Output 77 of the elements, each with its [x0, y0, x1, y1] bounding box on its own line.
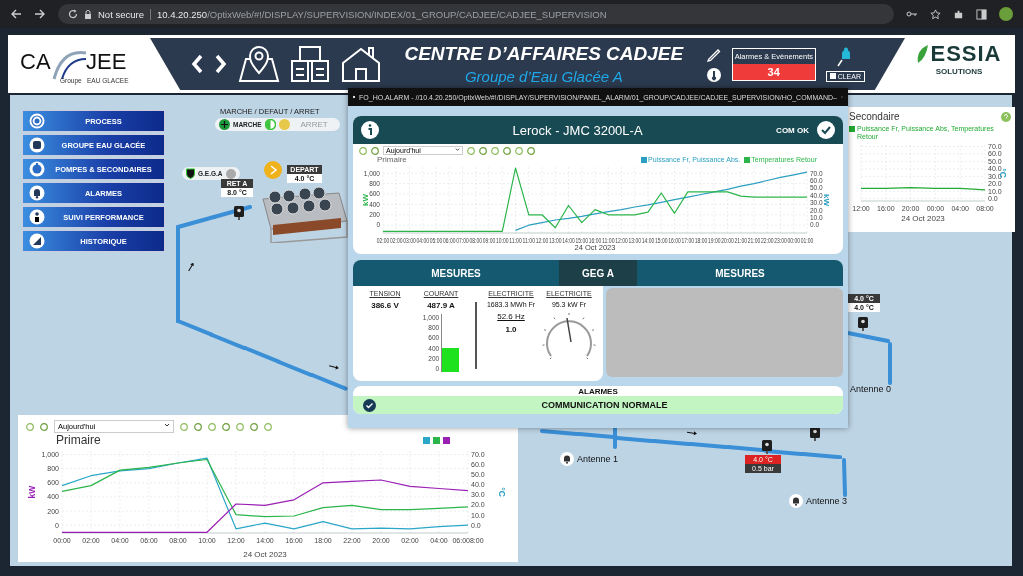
star-icon[interactable]	[930, 8, 941, 20]
arrow-icon	[686, 429, 698, 437]
axis-title: 24 Oct 2023	[901, 214, 945, 223]
sensor-icon	[810, 427, 820, 441]
thermometer-icon[interactable]	[706, 68, 721, 82]
chart-title: Primaire	[56, 433, 101, 447]
person-icon	[29, 209, 45, 225]
gauge-drawing	[541, 312, 597, 362]
network-icon	[29, 113, 45, 129]
antenna-label: Antenne 3	[806, 496, 848, 506]
caret-icon	[164, 422, 170, 428]
chart-title: Primaire	[377, 155, 407, 164]
sensor-icon	[234, 206, 244, 220]
status-text: COM OK	[776, 125, 809, 135]
shield-icon	[186, 168, 195, 179]
sensor-icon	[762, 440, 772, 454]
plus-icon	[219, 119, 230, 130]
info-icon[interactable]	[361, 121, 379, 139]
logo-text: CA	[20, 49, 51, 75]
brand-tagline: SOLUTIONS	[935, 67, 983, 76]
device-title: Lerock - JMC 3200L-A	[511, 122, 644, 138]
axis-title: kW	[361, 194, 370, 206]
check-icon	[363, 398, 376, 412]
pipe-drawing	[243, 346, 281, 364]
reload-icon[interactable]	[68, 9, 78, 19]
axis-title: 24 Oct 2023	[243, 550, 287, 559]
axis-title: kW	[822, 194, 831, 206]
back-button[interactable]	[190, 53, 204, 75]
map-pin-icon[interactable]	[238, 45, 280, 83]
frequency-value: 52.6 Hz	[497, 312, 525, 321]
play-icon	[264, 161, 282, 179]
machine-icon	[29, 137, 45, 153]
tab[interactable]: MESURES	[353, 260, 559, 286]
tab[interactable]: MESURES	[637, 260, 843, 286]
pipe-drawing	[212, 205, 252, 219]
clear-icon	[829, 73, 836, 79]
chart-title: Secondaire	[849, 111, 900, 122]
site-title: CENTRE D’AFFAIRES CADJEE	[404, 43, 684, 65]
sidebar-icon[interactable]	[976, 8, 987, 20]
leaf-icon	[916, 44, 929, 64]
section-title: ALARMES	[577, 386, 619, 396]
site-subtitle: Groupe d’Eau Glacée A	[464, 68, 623, 85]
buildings-icon[interactable]	[290, 45, 330, 83]
forward-icon[interactable]	[34, 8, 46, 20]
url-text[interactable]: 10.4.20.250/OptixWeb/#!/DISPLAY/SUPERVISION/INDEX/01_GROUP/CADJEE/CADJEE_SUPERVISION	[156, 8, 607, 20]
tab[interactable]: GEG A	[559, 260, 637, 286]
back-icon[interactable]	[10, 8, 22, 20]
dot-icon	[225, 168, 236, 179]
axis-title: °C	[497, 487, 507, 497]
pump-icon	[29, 161, 45, 177]
house-icon[interactable]	[340, 45, 382, 83]
axis-title: kW	[27, 485, 37, 499]
measure-value: 487.9 A	[427, 301, 455, 310]
security-label[interactable]: Not secure	[98, 8, 144, 20]
dot-icon	[278, 119, 290, 130]
check-icon	[817, 121, 835, 139]
brand-name: ESSIA	[930, 41, 1002, 67]
bell-icon	[789, 494, 803, 508]
factor-value: 1.0	[505, 325, 517, 334]
sensor-icon	[858, 317, 868, 331]
antenna-label: Antenne 1	[577, 454, 619, 464]
avatar-icon[interactable]	[999, 7, 1013, 21]
pipe-drawing	[310, 373, 348, 391]
forward-button[interactable]	[214, 53, 228, 75]
caret-icon	[455, 147, 460, 152]
alarm-banner: COMMUNICATION NORMALE	[353, 396, 843, 414]
arrow-icon	[328, 363, 340, 371]
key-icon[interactable]	[906, 9, 918, 19]
help-icon[interactable]	[1001, 111, 1011, 122]
bell-icon	[560, 452, 574, 466]
status-label: ARRET	[299, 120, 329, 129]
measure-value: 386.6 V	[371, 301, 399, 310]
bell-icon	[29, 185, 45, 201]
arrow-icon	[185, 263, 197, 271]
antenna-label: Antenne 0	[850, 384, 892, 394]
chart-icon	[29, 233, 45, 249]
logo-text: JEE	[86, 49, 127, 75]
